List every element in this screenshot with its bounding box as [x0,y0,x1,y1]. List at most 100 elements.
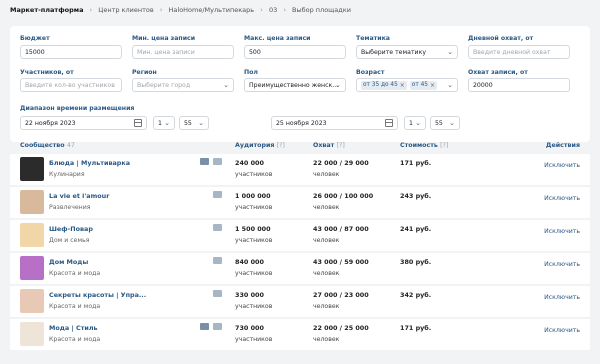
help-icon[interactable]: [?] [337,142,345,149]
topic-select[interactable]: Выберите тематику ⌄ [356,45,458,59]
community-name-link[interactable]: La vie et l'amour [49,192,109,200]
thumbs-up-icon[interactable] [213,257,222,264]
exclude-button[interactable]: Исключить [544,195,580,202]
column-community[interactable]: Сообщество 47 [20,142,75,149]
thumbs-up-icon[interactable] [213,191,222,198]
exclude-button[interactable]: Исключить [544,294,580,301]
min-price-input[interactable] [132,45,234,59]
community-category: Развлечения [49,204,91,211]
reach-unit: человек [313,336,340,343]
chat-icon[interactable] [200,158,209,165]
audience-unit: участников [235,237,273,244]
audience-value: 840 000 [235,258,264,266]
community-name-link[interactable]: Шеф-Повар [49,225,93,233]
chevron-down-icon: ⌄ [198,119,204,127]
thumbs-up-icon[interactable] [213,323,222,330]
end-date-picker[interactable]: 25 ноября 2023 [271,116,398,130]
thumbs-up-icon[interactable] [213,158,222,165]
daily-reach-input-field[interactable] [473,48,565,56]
budget-label: Бюджет [20,35,50,42]
region-select[interactable]: Выберите город ⌄ [132,78,234,92]
age-multiselect[interactable]: от 35 до 45 × от 45 × ⌄ [356,78,458,92]
help-icon[interactable]: [?] [277,142,285,149]
woman-photo-icon [20,190,44,214]
reach-value: 43 000 / 87 000 [313,225,369,233]
cooking-logo-icon [20,157,44,181]
budget-input[interactable] [20,45,122,59]
column-cost[interactable]: Стоимость [?] [400,142,448,149]
exclude-button[interactable]: Исключить [544,327,580,334]
community-avatar[interactable] [20,289,44,313]
chevron-right-icon: › [89,6,93,14]
community-name-link[interactable]: Мода | Стиль [49,324,98,332]
chevron-down-icon: ⌄ [449,119,455,127]
region-select-value: Выберите город [137,81,191,89]
age-tag[interactable]: от 45 × [409,80,437,90]
reach-value: 22 000 / 29 000 [313,159,369,167]
audience-unit: участников [235,171,273,178]
column-audience[interactable]: Аудитория [?] [235,142,285,149]
chevron-down-icon: ⌄ [335,81,341,89]
min-price-input-field[interactable] [137,48,229,56]
age-tag[interactable]: от 35 до 45 × [361,80,407,90]
community-avatar[interactable] [20,190,44,214]
breadcrumb-item[interactable]: HaloHome/Мультипекарь [169,6,255,14]
post-reach-label: Охват записи, от [468,69,528,76]
calendar-icon[interactable] [385,119,393,127]
chat-icon[interactable] [200,323,209,330]
max-price-label: Макс. цена записи [244,35,311,42]
breadcrumb: Маркет-платформа › Центр клиентов › Halo… [10,5,351,15]
breadcrumb-item[interactable]: Маркет-платформа [10,6,83,14]
age-tag-label: от 45 [411,82,428,88]
exclude-button[interactable]: Исключить [544,162,580,169]
max-price-input[interactable] [244,45,346,59]
age-tag-label: от 35 до 45 [363,82,398,88]
gender-select[interactable]: Преимущественно женск... ⌄ [244,78,346,92]
post-reach-input[interactable] [468,78,570,92]
reach-value: 43 000 / 59 000 [313,258,369,266]
column-reach[interactable]: Охват [?] [313,142,345,149]
breadcrumb-current: Выбор площадки [292,6,351,14]
breadcrumb-item[interactable]: Центр клиентов [98,6,153,14]
help-icon[interactable]: [?] [440,142,448,149]
daily-reach-input[interactable] [468,45,570,59]
start-minute-select[interactable]: 55 ⌄ [179,116,209,130]
community-avatar[interactable] [20,256,44,280]
column-community-label: Сообщество [20,142,65,149]
chevron-down-icon: ⌄ [164,119,170,127]
close-icon[interactable]: × [400,82,405,89]
region-label: Регион [132,69,157,76]
chevron-down-icon: ⌄ [447,48,453,56]
community-name-link[interactable]: Блюда | Мультиварка [49,159,130,167]
calendar-icon[interactable] [134,119,142,127]
community-name-link[interactable]: Секреты красоты | Упра... [49,291,146,299]
chevron-right-icon: › [283,6,287,14]
thumbs-up-icon[interactable] [213,224,222,231]
chevron-down-icon: ⌄ [415,119,421,127]
exclude-button[interactable]: Исключить [544,228,580,235]
cost-value: 380 руб. [400,258,432,266]
community-avatar[interactable] [20,157,44,181]
community-avatar[interactable] [20,223,44,247]
thumbs-up-icon[interactable] [213,290,222,297]
cost-value: 243 руб. [400,192,432,200]
budget-input-field[interactable] [25,48,117,56]
close-icon[interactable]: × [430,82,435,89]
community-avatar[interactable] [20,322,44,346]
table-row: Мода | Стиль Красота и мода 730 000 участни… [10,319,590,350]
post-reach-input-field[interactable] [473,81,565,89]
chevron-right-icon: › [260,6,263,14]
end-minute-select[interactable]: 55 ⌄ [430,116,460,130]
members-input[interactable] [20,78,122,92]
end-date-value: 25 ноября 2023 [276,119,327,127]
start-hour-select[interactable]: 1 ⌄ [153,116,175,130]
table-row: Шеф-Повар Дом и семья 1 500 000 участников 4… [10,220,590,251]
max-price-input-field[interactable] [249,48,341,56]
exclude-button[interactable]: Исключить [544,261,580,268]
start-date-picker[interactable]: 22 ноября 2023 [20,116,147,130]
community-name-link[interactable]: Дом Моды [49,258,88,266]
cost-value: 171 руб. [400,324,432,332]
members-input-field[interactable] [25,81,117,89]
end-hour-select[interactable]: 1 ⌄ [404,116,426,130]
breadcrumb-item[interactable]: 03 [269,6,277,14]
